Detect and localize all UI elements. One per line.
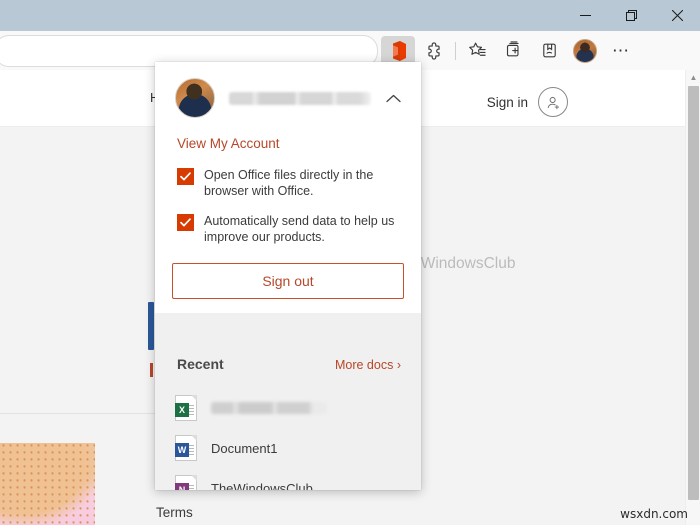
checkbox-checked-icon[interactable] <box>177 168 194 185</box>
office-account-flyout: Recent More docs › X W Document1 N TheWi… <box>155 62 421 490</box>
collections-icon[interactable] <box>496 36 530 66</box>
sign-out-button[interactable]: Sign out <box>172 263 404 299</box>
onenote-badge: N <box>175 483 189 490</box>
checkbox-checked-icon[interactable] <box>177 214 194 231</box>
chevron-up-icon[interactable] <box>379 84 407 112</box>
word-app-accent-bar <box>148 302 154 350</box>
more-docs-label: More docs <box>334 358 394 372</box>
recent-section: Recent More docs › X W Document1 N TheWi… <box>155 356 421 490</box>
scroll-up-arrow-icon[interactable]: ▲ <box>686 70 700 84</box>
decorative-thumbnail <box>0 443 95 525</box>
account-row <box>155 62 421 118</box>
favorites-icon[interactable] <box>460 36 494 66</box>
option-label: Open Office files directly in the browse… <box>204 168 374 198</box>
sign-in-label: Sign in <box>486 94 528 110</box>
profile-avatar[interactable] <box>568 36 602 66</box>
document-name: TheWindowsClub <box>211 480 313 491</box>
avatar <box>573 38 597 63</box>
restore-button[interactable] <box>608 0 654 31</box>
office-icon[interactable] <box>381 35 415 66</box>
sign-in-area[interactable]: Sign in <box>487 87 568 117</box>
page-scrollbar[interactable]: ▲ <box>685 70 700 525</box>
recent-header: Recent More docs › <box>155 354 421 372</box>
excel-file-icon: X <box>175 395 197 421</box>
account-avatar <box>175 78 215 118</box>
close-button[interactable] <box>654 0 700 31</box>
settings-ellipsis-icon[interactable]: ⋯ <box>604 36 638 66</box>
toolbar-divider <box>455 41 456 60</box>
office-accent-tick <box>150 363 153 377</box>
add-person-icon <box>538 87 568 117</box>
option-label: Automatically send data to help us impro… <box>204 214 395 244</box>
word-file-icon: W <box>175 435 197 461</box>
list-item[interactable]: W Document1 <box>155 428 421 468</box>
minimize-button[interactable] <box>562 0 608 31</box>
excel-badge: X <box>175 403 189 417</box>
option-send-data[interactable]: Automatically send data to help us impro… <box>177 213 403 245</box>
onenote-file-icon: N <box>175 475 197 490</box>
recent-documents-list: X W Document1 N TheWindowsClub <box>155 372 421 490</box>
section-divider <box>0 413 160 414</box>
chevron-right-icon: › <box>396 358 401 372</box>
view-my-account-link[interactable]: View My Account <box>177 136 280 151</box>
recent-title: Recent <box>177 356 224 372</box>
ellipsis-glyph: ⋯ <box>612 41 630 60</box>
extensions-icon[interactable] <box>417 36 451 66</box>
site-credit: wsxdn.com <box>620 507 688 521</box>
account-name-redacted <box>229 91 371 105</box>
terms-link[interactable]: Terms <box>156 505 193 520</box>
scrollbar-thumb[interactable] <box>688 86 699 500</box>
account-card: View My Account Open Office files direct… <box>155 62 421 313</box>
browser-essentials-icon[interactable] <box>532 36 566 66</box>
list-item[interactable]: N TheWindowsClub <box>155 468 421 490</box>
document-name-redacted <box>211 402 327 414</box>
list-item[interactable]: X <box>155 388 421 428</box>
option-open-office-files[interactable]: Open Office files directly in the browse… <box>177 167 403 199</box>
word-badge: W <box>175 443 189 457</box>
more-docs-link[interactable]: More docs › <box>335 358 401 372</box>
window-titlebar <box>0 0 700 31</box>
document-name: Document1 <box>211 440 278 456</box>
